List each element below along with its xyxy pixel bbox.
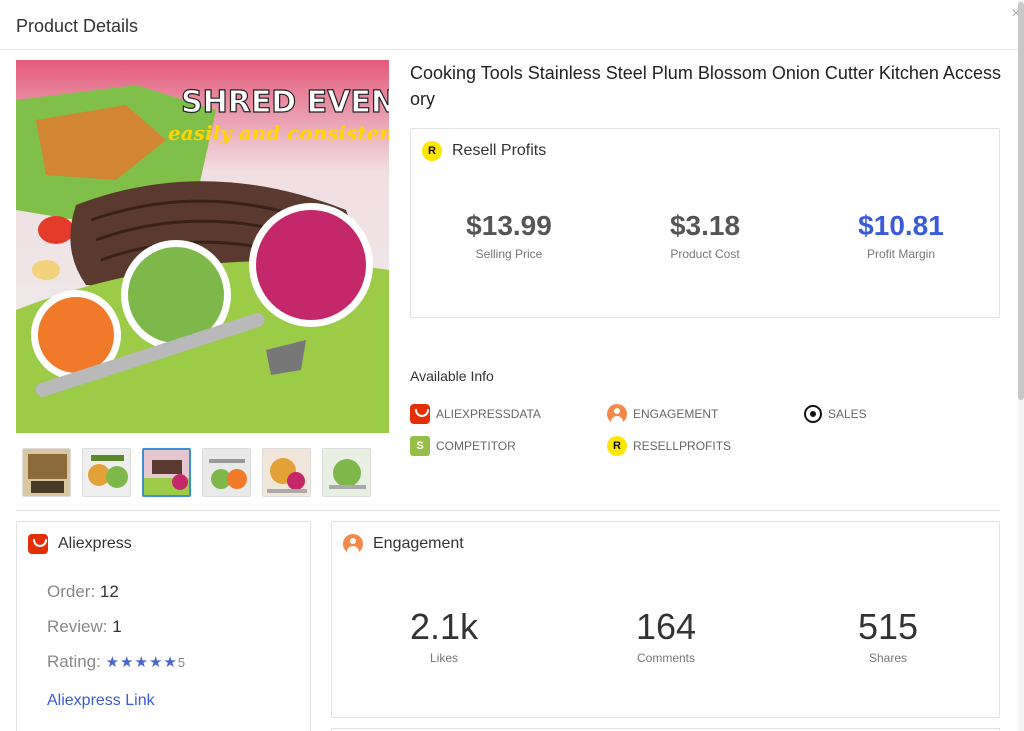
modal-header: Product Details	[0, 0, 1018, 50]
available-info-competitor[interactable]: S COMPETITOR	[410, 436, 516, 456]
modal-title: Product Details	[16, 16, 139, 36]
comments-value: 164	[635, 606, 697, 647]
available-info-engagement[interactable]: ENGAGEMENT	[607, 404, 718, 424]
profit-margin: $10.81 Profit Margin	[851, 209, 951, 261]
order-value: 12	[99, 582, 119, 601]
target-icon	[804, 405, 822, 423]
thumbnail-strip	[22, 448, 371, 497]
engagement-card: Engagement 2.1k Likes 164 Comments 515 S…	[331, 521, 1000, 718]
thumbnail-1[interactable]	[22, 448, 71, 497]
product-title: Cooking Tools Stainless Steel Plum Bloss…	[410, 63, 1001, 109]
rating-row: Rating: ★★★★★5	[47, 652, 185, 672]
aliexpress-icon	[28, 534, 48, 554]
image-headline: SHRED EVENLY	[181, 85, 389, 120]
section-divider	[16, 510, 1000, 511]
shopify-icon: S	[410, 436, 430, 456]
review-row: Review: 1	[47, 617, 122, 637]
engagement-icon	[607, 404, 627, 424]
thumbnail-2[interactable]	[82, 448, 131, 497]
product-main-image: SHRED EVENLY easily and consistently	[16, 60, 389, 433]
aliexpress-title: Aliexpress	[58, 535, 132, 552]
likes-metric: 2.1k Likes	[364, 606, 524, 665]
aliexpress-link[interactable]: Aliexpress Link	[47, 692, 155, 710]
shares-metric: 515 Shares	[808, 606, 968, 665]
available-info-label: COMPETITOR	[436, 439, 516, 453]
review-value: 1	[112, 617, 122, 636]
thumbnail-3[interactable]	[142, 448, 191, 497]
shares-label: Shares	[868, 651, 908, 665]
scrollbar-thumb[interactable]	[1018, 2, 1024, 400]
order-row: Order: 12	[47, 582, 119, 602]
aliexpress-card: Aliexpress Order: 12 Review: 1 Rating: ★…	[16, 521, 311, 731]
rating-label: Rating:	[47, 652, 101, 671]
available-info-label: ENGAGEMENT	[633, 407, 719, 421]
aliexpress-header: Aliexpress	[28, 534, 132, 554]
selling-price-label: Selling Price	[475, 247, 543, 261]
available-info-sales[interactable]: SALES	[804, 405, 867, 423]
likes-label: Likes	[429, 651, 458, 665]
available-info-label: SALES	[828, 407, 867, 421]
engagement-icon	[343, 534, 363, 554]
comments-label: Comments	[636, 651, 695, 665]
scrollbar[interactable]	[1018, 0, 1024, 731]
resell-icon: R	[422, 141, 442, 161]
profit-margin-label: Profit Margin	[866, 247, 936, 261]
engagement-title: Engagement	[373, 535, 464, 552]
resell-icon: R	[607, 436, 627, 456]
available-info-title: Available Info	[410, 368, 494, 384]
rating-value: 5	[177, 655, 186, 670]
available-info-resellprofits[interactable]: R RESELLPROFITS	[607, 436, 731, 456]
rating-stars-icon: ★★★★★	[105, 654, 178, 671]
review-label: Review:	[47, 617, 108, 636]
order-label: Order:	[47, 582, 96, 601]
engagement-header: Engagement	[343, 534, 464, 554]
thumbnail-4[interactable]	[202, 448, 251, 497]
shares-value: 515	[857, 606, 919, 647]
resell-profits-header: R Resell Profits	[422, 141, 546, 161]
resell-profits-title: Resell Profits	[452, 142, 547, 159]
selling-price-value: $13.99	[466, 210, 552, 241]
image-subline: easily and consistently	[168, 121, 389, 145]
selling-price: $13.99 Selling Price	[459, 209, 559, 261]
likes-value: 2.1k	[409, 606, 479, 647]
aliexpress-icon	[410, 404, 430, 424]
product-cost-label: Product Cost	[670, 247, 740, 261]
thumbnail-6[interactable]	[322, 448, 371, 497]
comments-metric: 164 Comments	[586, 606, 746, 665]
thumbnail-5[interactable]	[262, 448, 311, 497]
available-info-aliexpressdata[interactable]: ALIEXPRESSDATA	[410, 404, 541, 424]
product-cost-value: $3.18	[669, 210, 741, 241]
resell-profits-card: R Resell Profits $13.99 Selling Price $3…	[410, 128, 1000, 318]
profit-margin-value: $10.81	[858, 210, 944, 241]
product-cost: $3.18 Product Cost	[655, 209, 755, 261]
available-info-label: RESELLPROFITS	[633, 439, 732, 453]
available-info-label: ALIEXPRESSDATA	[436, 407, 541, 421]
